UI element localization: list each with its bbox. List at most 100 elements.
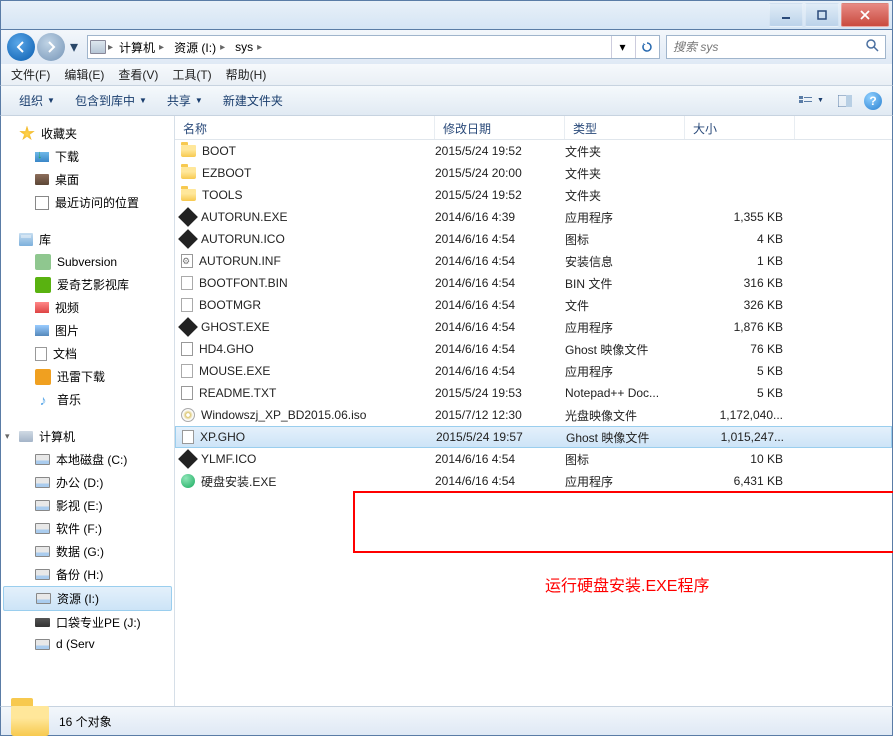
sidebar-drive-h[interactable]: 备份 (H:) xyxy=(1,563,174,586)
sidebar-item-pictures[interactable]: 图片 xyxy=(1,319,174,342)
sidebar-item-videos[interactable]: 视频 xyxy=(1,296,174,319)
file-type: 应用程序 xyxy=(565,473,685,490)
expand-icon[interactable]: ▾ xyxy=(5,431,10,442)
file-row[interactable]: BOOTFONT.BIN2014/6/16 4:54BIN 文件316 KB xyxy=(175,272,892,294)
chevron-icon: ▸ xyxy=(108,42,113,53)
file-name: BOOTFONT.BIN xyxy=(199,276,288,290)
sidebar-drive-f[interactable]: 软件 (F:) xyxy=(1,517,174,540)
nav-back-button[interactable] xyxy=(7,33,35,61)
menu-edit[interactable]: 编辑(E) xyxy=(64,66,104,83)
file-size: 5 KB xyxy=(685,386,795,400)
file-row[interactable]: README.TXT2015/5/24 19:53Notepad++ Doc..… xyxy=(175,382,892,404)
refresh-icon[interactable] xyxy=(635,36,657,58)
breadcrumb-segment[interactable]: sys▸ xyxy=(231,40,266,54)
include-library-button[interactable]: 包含到库中▼ xyxy=(67,89,155,112)
menu-view[interactable]: 查看(V) xyxy=(118,66,158,83)
sidebar-drive-j[interactable]: 口袋专业PE (J:) xyxy=(1,611,174,634)
recent-icon xyxy=(35,196,49,210)
search-box[interactable] xyxy=(666,35,886,59)
svn-icon xyxy=(35,254,51,270)
file-row[interactable]: AUTORUN.EXE2014/6/16 4:39应用程序1,355 KB xyxy=(175,206,892,228)
file-row[interactable]: YLMF.ICO2014/6/16 4:54图标10 KB xyxy=(175,448,892,470)
column-type[interactable]: 类型 xyxy=(565,116,685,139)
file-type-icon xyxy=(181,145,196,157)
search-input[interactable] xyxy=(673,40,860,54)
sidebar-drive-e[interactable]: 影视 (E:) xyxy=(1,494,174,517)
sidebar-item-xunlei[interactable]: 迅雷下载 xyxy=(1,365,174,388)
file-date: 2014/6/16 4:39 xyxy=(435,210,565,224)
new-folder-button[interactable]: 新建文件夹 xyxy=(215,89,291,112)
breadcrumb-segment[interactable]: 资源 (I:)▸ xyxy=(170,39,229,56)
file-row[interactable]: TOOLS2015/5/24 19:52文件夹 xyxy=(175,184,892,206)
file-type: BIN 文件 xyxy=(565,275,685,292)
sidebar-item-recent[interactable]: 最近访问的位置 xyxy=(1,191,174,214)
navigation-tree[interactable]: 收藏夹 下载 桌面 最近访问的位置 库 Subversion 爱奇艺影视库 视频… xyxy=(1,116,175,706)
search-icon[interactable] xyxy=(866,39,879,55)
share-button[interactable]: 共享▼ xyxy=(159,89,211,112)
annotation-text: 运行硬盘安装.EXE程序 xyxy=(545,572,709,596)
file-type-icon xyxy=(178,317,198,337)
file-type: 应用程序 xyxy=(565,363,685,380)
file-type-icon xyxy=(181,408,195,422)
menu-file[interactable]: 文件(F) xyxy=(11,66,50,83)
file-row[interactable]: BOOTMGR2014/6/16 4:54文件326 KB xyxy=(175,294,892,316)
file-row[interactable]: AUTORUN.INF2014/6/16 4:54安装信息1 KB xyxy=(175,250,892,272)
sidebar-drive-c[interactable]: 本地磁盘 (C:) xyxy=(1,448,174,471)
window-titlebar xyxy=(0,0,893,30)
file-date: 2015/5/24 19:57 xyxy=(436,430,566,444)
file-row[interactable]: BOOT2015/5/24 19:52文件夹 xyxy=(175,140,892,162)
menu-help[interactable]: 帮助(H) xyxy=(226,66,267,83)
sidebar-item-desktop[interactable]: 桌面 xyxy=(1,168,174,191)
nav-forward-button[interactable] xyxy=(37,33,65,61)
sidebar-item-documents[interactable]: 文档 xyxy=(1,342,174,365)
breadcrumb-dropdown-icon[interactable]: ▾ xyxy=(611,36,633,58)
file-row[interactable]: GHOST.EXE2014/6/16 4:54应用程序1,876 KB xyxy=(175,316,892,338)
sidebar-favorites-header[interactable]: 收藏夹 xyxy=(1,122,174,145)
sidebar-drive-d[interactable]: 办公 (D:) xyxy=(1,471,174,494)
sidebar-drive-net[interactable]: d (Serv xyxy=(1,634,174,654)
sidebar-drive-g[interactable]: 数据 (G:) xyxy=(1,540,174,563)
file-date: 2014/6/16 4:54 xyxy=(435,276,565,290)
sidebar-item-subversion[interactable]: Subversion xyxy=(1,251,174,273)
file-type: 光盘映像文件 xyxy=(565,407,685,424)
nav-history-dropdown[interactable]: ▾ xyxy=(67,37,81,57)
preview-pane-button[interactable] xyxy=(830,95,860,107)
breadcrumb-segment[interactable]: 计算机▸ xyxy=(115,39,168,56)
file-row[interactable]: AUTORUN.ICO2014/6/16 4:54图标4 KB xyxy=(175,228,892,250)
file-row[interactable]: Windowszj_XP_BD2015.06.iso2015/7/12 12:3… xyxy=(175,404,892,426)
file-size: 4 KB xyxy=(685,232,795,246)
file-size: 76 KB xyxy=(685,342,795,356)
file-row[interactable]: XP.GHO2015/5/24 19:57Ghost 映像文件1,015,247… xyxy=(175,426,892,448)
sidebar-item-downloads[interactable]: 下载 xyxy=(1,145,174,168)
file-type: 应用程序 xyxy=(565,319,685,336)
menu-tools[interactable]: 工具(T) xyxy=(172,66,211,83)
organize-button[interactable]: 组织▼ xyxy=(11,89,63,112)
favorites-icon xyxy=(19,126,35,142)
sidebar-computer-header[interactable]: ▾计算机 xyxy=(1,425,174,448)
window-minimize-button[interactable] xyxy=(769,3,803,27)
file-date: 2015/5/24 19:53 xyxy=(435,386,565,400)
file-type-icon xyxy=(181,342,193,356)
file-row[interactable]: HD4.GHO2014/6/16 4:54Ghost 映像文件76 KB xyxy=(175,338,892,360)
column-name[interactable]: 名称 xyxy=(175,116,435,139)
view-options-button[interactable]: ▼ xyxy=(796,95,826,107)
file-row[interactable]: 硬盘安装.EXE2014/6/16 4:54应用程序6,431 KB xyxy=(175,470,892,492)
column-size[interactable]: 大小 xyxy=(685,116,795,139)
sidebar-drive-i[interactable]: 资源 (I:) xyxy=(3,586,172,611)
file-date: 2015/5/24 19:52 xyxy=(435,144,565,158)
window-maximize-button[interactable] xyxy=(805,3,839,27)
xunlei-icon xyxy=(35,369,51,385)
column-date[interactable]: 修改日期 xyxy=(435,116,565,139)
file-row[interactable]: EZBOOT2015/5/24 20:00文件夹 xyxy=(175,162,892,184)
help-button[interactable]: ? xyxy=(864,92,882,110)
sidebar-libraries-header[interactable]: 库 xyxy=(1,228,174,251)
file-rows[interactable]: BOOT2015/5/24 19:52文件夹EZBOOT2015/5/24 20… xyxy=(175,140,892,492)
window-close-button[interactable] xyxy=(841,3,889,27)
file-type: 应用程序 xyxy=(565,209,685,226)
drive-icon xyxy=(35,477,50,488)
sidebar-item-music[interactable]: ♪音乐 xyxy=(1,388,174,411)
file-name: YLMF.ICO xyxy=(201,452,256,466)
sidebar-item-iqiyi[interactable]: 爱奇艺影视库 xyxy=(1,273,174,296)
file-row[interactable]: MOUSE.EXE2014/6/16 4:54应用程序5 KB xyxy=(175,360,892,382)
address-breadcrumb[interactable]: ▸ 计算机▸ 资源 (I:)▸ sys▸ ▾ xyxy=(87,35,660,59)
